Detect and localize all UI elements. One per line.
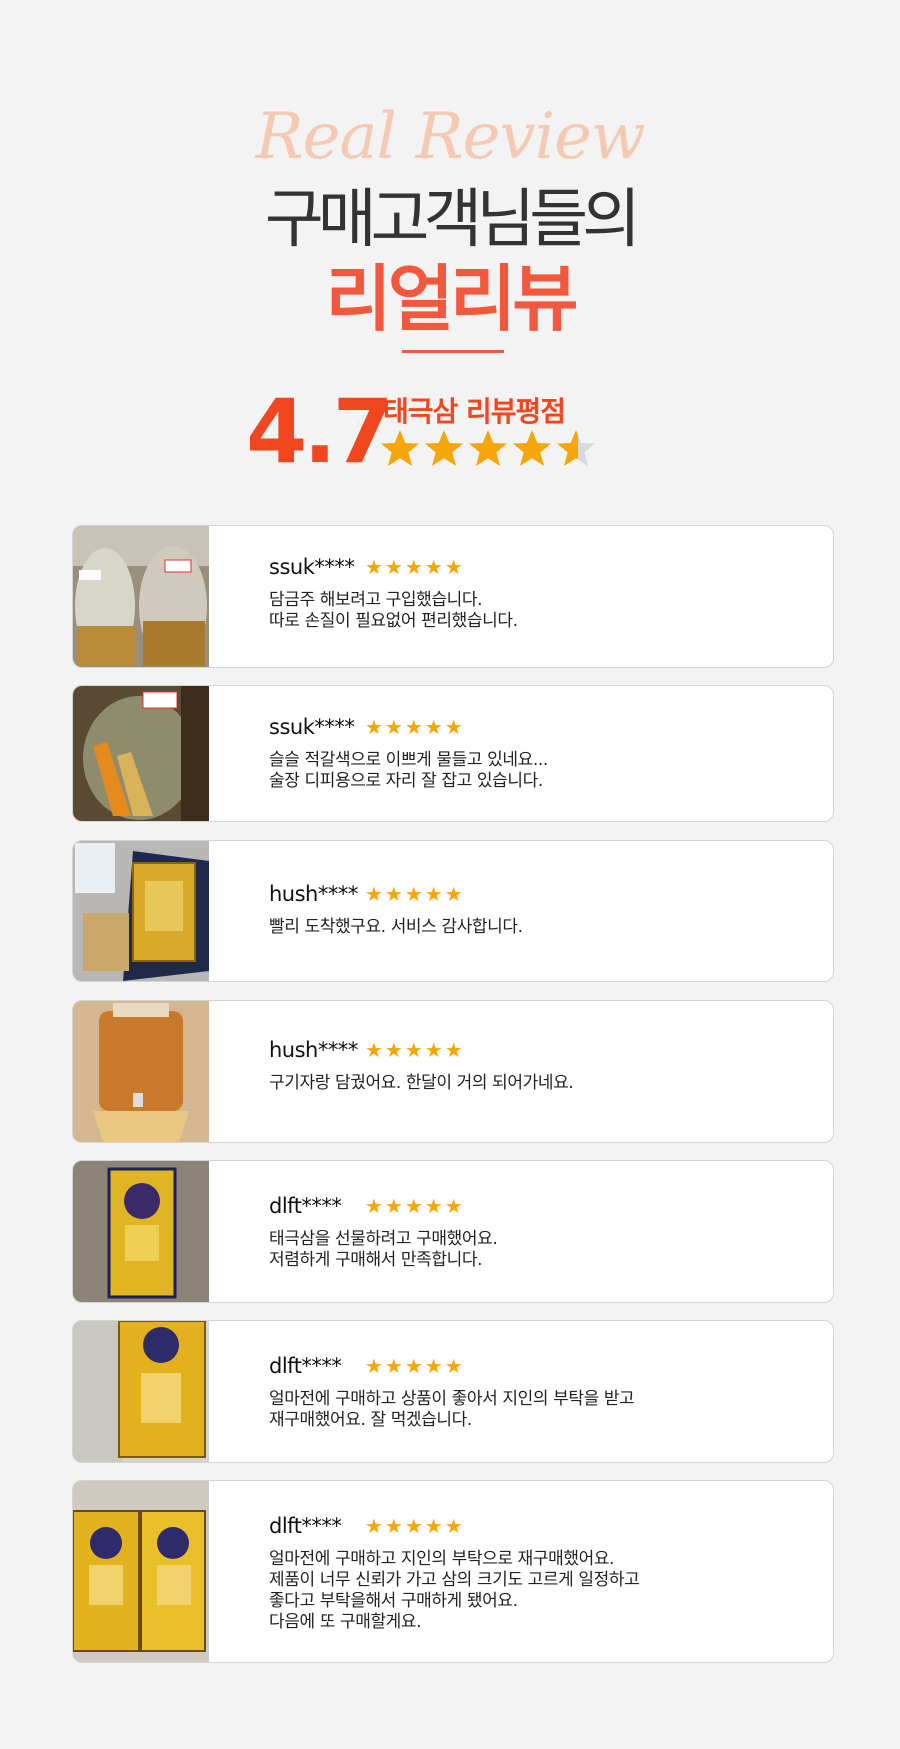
review-card: ssuk**** ★★★★★ 담금주 해보려고 구입했습니다. 따로 손질이 필… (72, 525, 834, 668)
review-content: dlft**** ★★★★★ 얼마전에 구매하고 상품이 좋아서 지인의 부탁을… (269, 1351, 813, 1431)
star-icon (469, 430, 507, 466)
star-icon (513, 430, 551, 466)
review-text: 담금주 해보려고 구입했습니다. 따로 손질이 필요없어 편리했습니다. (269, 590, 518, 631)
review-content: dlft**** ★★★★★ 태극삼을 선물하려고 구매했어요. 저렴하게 구매… (269, 1191, 813, 1271)
gold-box-photo (73, 1161, 209, 1302)
review-text: 구기자랑 담궜어요. 한달이 거의 되어가네요. (269, 1073, 574, 1093)
review-content: hush**** ★★★★★ 구기자랑 담궜어요. 한달이 거의 되어가네요. (269, 1035, 813, 1094)
review-stars: ★★★★★ (365, 1038, 465, 1062)
review-stars: ★★★★★ (365, 1354, 465, 1378)
review-text: 얼마전에 구매하고 지인의 부탁으로 재구매했어요. 제품이 너무 신뢰가 가고… (269, 1549, 640, 1632)
review-stars: ★★★★★ (365, 1194, 465, 1218)
review-card: ssuk**** ★★★★★ 슬슬 적갈색으로 이쁘게 물들고 있네요... 술… (72, 685, 834, 822)
review-text: 빨리 도착했구요. 서비스 감사합니다. (269, 917, 523, 937)
gold-box-wrapped-photo (73, 1321, 209, 1462)
package-photo (73, 841, 209, 981)
divider (402, 350, 504, 353)
review-head: ssuk**** ★★★★★ (269, 552, 813, 582)
dispenser-photo (73, 1001, 209, 1142)
reviewer-name: dlft**** (269, 1514, 342, 1538)
review-head: hush**** ★★★★★ (269, 879, 813, 909)
review-content: hush**** ★★★★★ 빨리 도착했구요. 서비스 감사합니다. (269, 879, 813, 938)
rating-label: 태극삼 리뷰평점 (383, 395, 566, 428)
review-content: ssuk**** ★★★★★ 담금주 해보려고 구입했습니다. 따로 손질이 필… (269, 552, 813, 632)
script-title: Real Review (255, 100, 645, 174)
review-content: ssuk**** ★★★★★ 슬슬 적갈색으로 이쁘게 물들고 있네요... 술… (269, 712, 813, 792)
review-text: 슬슬 적갈색으로 이쁘게 물들고 있네요... 술장 디피용으로 자리 잘 잡고… (269, 750, 548, 791)
two-boxes-photo (73, 1481, 209, 1662)
reviewer-name: ssuk**** (269, 555, 355, 579)
reviewer-name: hush**** (269, 1038, 358, 1062)
rating-stars (380, 426, 600, 470)
reviewer-name: ssuk**** (269, 715, 355, 739)
review-head: ssuk**** ★★★★★ (269, 712, 813, 742)
review-content: dlft**** ★★★★★ 얼마전에 구매하고 지인의 부탁으로 재구매했어요… (269, 1511, 813, 1633)
review-head: dlft**** ★★★★★ (269, 1351, 813, 1381)
reviewer-name: hush**** (269, 882, 358, 906)
review-card: dlft**** ★★★★★ 태극삼을 선물하려고 구매했어요. 저렴하게 구매… (72, 1160, 834, 1303)
review-stars: ★★★★★ (365, 882, 465, 906)
rating-score: 4.7 (246, 380, 394, 483)
rating-stars-icon (381, 430, 595, 466)
partial-star-icon (557, 430, 595, 466)
review-stars: ★★★★★ (365, 715, 465, 739)
review-card: dlft**** ★★★★★ 얼마전에 구매하고 지인의 부탁으로 재구매했어요… (72, 1480, 834, 1663)
review-text: 얼마전에 구매하고 상품이 좋아서 지인의 부탁을 받고 재구매했어요. 잘 먹… (269, 1389, 635, 1430)
review-head: dlft**** ★★★★★ (269, 1511, 813, 1541)
review-card: hush**** ★★★★★ 빨리 도착했구요. 서비스 감사합니다. (72, 840, 834, 982)
review-head: dlft**** ★★★★★ (269, 1191, 813, 1221)
review-card: hush**** ★★★★★ 구기자랑 담궜어요. 한달이 거의 되어가네요. (72, 1000, 834, 1143)
jars-photo (73, 526, 209, 667)
review-text: 태극삼을 선물하려고 구매했어요. 저렴하게 구매해서 만족합니다. (269, 1229, 498, 1270)
star-icon (381, 430, 419, 466)
star-icon (425, 430, 463, 466)
review-stars: ★★★★★ (365, 1514, 465, 1538)
reviewer-name: dlft**** (269, 1354, 342, 1378)
jar-photo (73, 686, 209, 821)
reviewer-name: dlft**** (269, 1194, 342, 1218)
review-card: dlft**** ★★★★★ 얼마전에 구매하고 상품이 좋아서 지인의 부탁을… (72, 1320, 834, 1463)
headline-accent: 리얼리뷰 (325, 257, 579, 341)
review-head: hush**** ★★★★★ (269, 1035, 813, 1065)
review-header: Real Review 구매고객님들의 리얼리뷰 4.7 태극삼 리뷰평점 (0, 0, 900, 483)
review-stars: ★★★★★ (365, 555, 465, 579)
